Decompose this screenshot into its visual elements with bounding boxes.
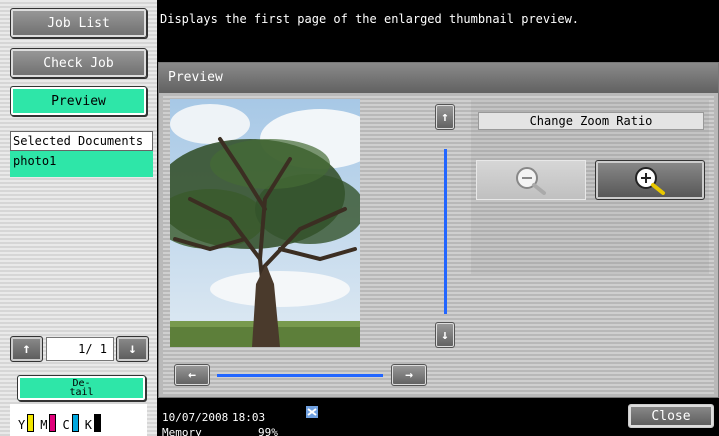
preview-button[interactable]: Preview [10,86,147,116]
scroll-left-button[interactable]: ← [174,364,210,386]
preview-title: Preview [159,63,718,93]
check-job-button[interactable]: Check Job [10,48,147,78]
vertical-scroll-track[interactable] [444,149,447,314]
detail-button[interactable]: De- tail [17,375,146,401]
preview-window: Preview ↑ ↓ ← → Change Zoom Ratio [158,62,719,398]
selected-documents-header: Selected Documents [10,131,153,151]
scroll-right-button[interactable]: → [391,364,427,386]
arrow-down-icon: ↓ [441,327,449,343]
job-list-button[interactable]: Job List [10,8,147,38]
zoom-ratio-label: Change Zoom Ratio [478,112,704,130]
arrow-up-icon: ↑ [441,109,449,125]
detail-label-line2: tail [69,387,94,398]
close-label: Close [651,408,691,424]
preview-label: Preview [51,93,106,109]
zoom-out-icon [516,167,546,195]
page-up-button[interactable]: ↑ [10,336,43,362]
toner-magenta-bar [49,414,57,432]
tree-photo [170,99,360,347]
page-indicator: 1/ 1 [46,337,114,361]
toner-yellow: Y [18,414,35,432]
arrow-up-icon: ↑ [22,341,31,357]
toner-magenta: M [40,414,57,432]
time-text: 18:03 [232,411,266,424]
zoom-panel: Change Zoom Ratio [471,100,709,274]
thumbnail-image [170,99,360,347]
toner-cyan: C [62,414,79,432]
left-panel: Job List Check Job Preview Selected Docu… [0,0,157,436]
date-text: 10/07/2008 [162,411,229,424]
network-icon [306,406,318,418]
toner-levels: Y M C K [10,404,147,436]
toner-yellow-bar [27,414,35,432]
toner-black: K [85,414,101,432]
toner-black-bar [93,414,101,432]
page-down-button[interactable]: ↓ [116,336,149,362]
job-list-label: Job List [47,15,110,31]
arrow-right-icon: → [405,367,413,383]
toner-cyan-bar [71,414,79,432]
horizontal-scroll-track[interactable] [217,374,383,377]
arrow-left-icon: ← [188,367,196,383]
selected-document-item[interactable]: photo1 [10,151,153,177]
scroll-up-button[interactable]: ↑ [435,104,455,130]
zoom-in-button[interactable] [595,160,705,200]
arrow-down-icon: ↓ [128,341,137,357]
check-job-label: Check Job [43,55,114,71]
memory-value: 99% [258,426,278,436]
zoom-out-button[interactable] [476,160,586,200]
status-message: Displays the first page of the enlarged … [160,12,580,26]
zoom-in-icon [635,167,665,195]
scroll-down-button[interactable]: ↓ [435,322,455,348]
close-button[interactable]: Close [628,404,714,428]
preview-body: ↑ ↓ ← → Change Zoom Ratio [163,96,714,394]
memory-label: Memory [162,426,202,436]
status-bar: 10/07/2008 18:03 Memory 99% Close [158,404,719,436]
